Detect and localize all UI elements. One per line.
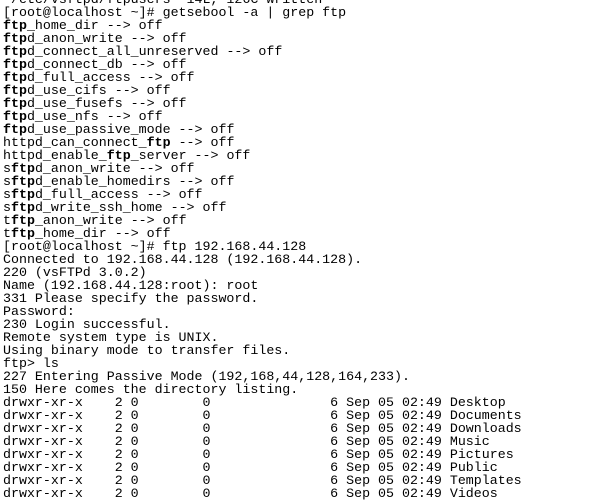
line-text: drwxr-xr-x 2 0 0 6 Sep 05 02:49 Videos xyxy=(3,486,498,501)
terminal-line: 331 Please specify the password. xyxy=(3,292,522,305)
terminal-output[interactable]: "/etc/vsftpd/ftpusers" 14L, 126C written… xyxy=(3,0,522,500)
terminal-line: drwxr-xr-x 2 0 0 6 Sep 05 02:49 Videos xyxy=(3,487,522,500)
terminal-line: Using binary mode to transfer files. xyxy=(3,344,522,357)
